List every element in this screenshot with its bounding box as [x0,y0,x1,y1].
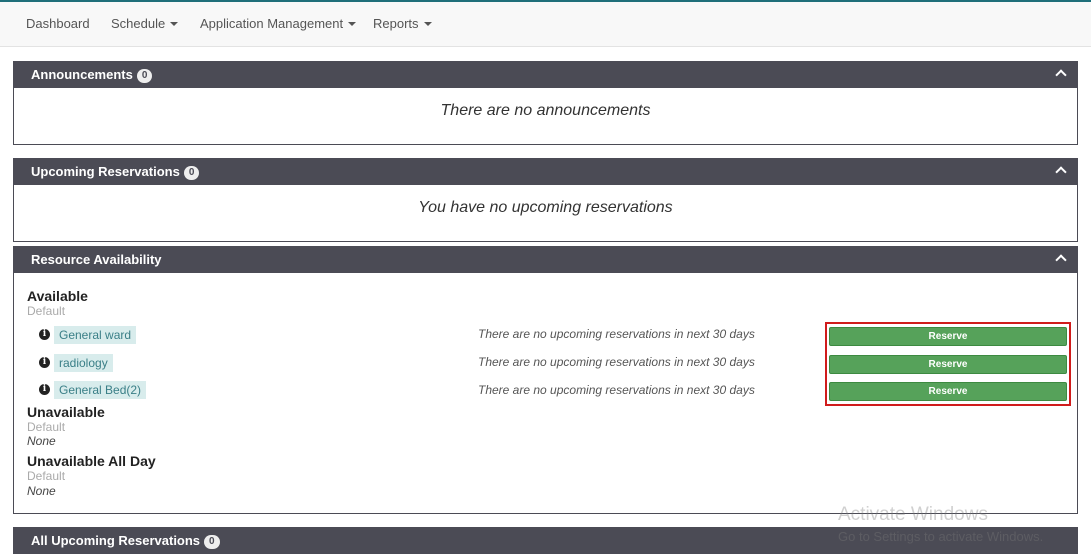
info-icon[interactable]: i [39,384,50,395]
nav-schedule[interactable]: Schedule [111,16,179,31]
nav-dashboard[interactable]: Dashboard [26,16,90,31]
resource-availability-title: Resource Availability [31,252,162,267]
all-upcoming-title: All Upcoming Reservations [31,533,201,548]
unavailable-all-day-heading: Unavailable All Day [27,453,156,469]
top-navbar: Dashboard Schedule Application Managemen… [0,2,1091,47]
resource-availability-header[interactable]: Resource Availability [14,247,1077,273]
upcoming-reservations-title: Upcoming Reservations [31,164,180,179]
nav-application-management[interactable]: Application Management [200,16,357,31]
chevron-up-icon[interactable] [1055,166,1067,178]
chevron-up-icon[interactable] [1055,69,1067,81]
unavailable-all-day-group-label: Default [27,469,66,483]
resource-note: There are no upcoming reservations in ne… [478,327,755,341]
nav-schedule-label: Schedule [111,16,166,31]
resource-name-general-ward[interactable]: General ward [54,326,137,344]
unavailable-heading: Unavailable [27,404,105,420]
nav-reports[interactable]: Reports [373,16,432,31]
upcoming-empty-message: You have no upcoming reservations [418,199,673,216]
upcoming-count-badge: 0 [183,166,200,180]
announcements-empty-message: There are no announcements [440,102,651,119]
upcoming-reservations-header[interactable]: Upcoming Reservations 0 [14,159,1077,185]
announcements-panel: Announcements 0 There are no announcement… [13,61,1078,145]
info-icon[interactable]: i [39,357,50,368]
unavailable-group-label: Default [27,420,66,434]
nav-reports-label: Reports [373,16,419,31]
unavailable-none: None [27,434,56,448]
resource-note: There are no upcoming reservations in ne… [478,355,755,369]
reserve-button-radiology[interactable]: Reserve [829,355,1067,374]
announcements-title: Announcements [31,67,133,82]
available-heading: Available [27,288,88,304]
announcements-header[interactable]: Announcements 0 [14,62,1077,88]
resource-note: There are no upcoming reservations in ne… [478,383,755,397]
activate-windows-subtext: Go to Settings to activate Windows. [838,529,1044,544]
chevron-down-icon [170,21,179,26]
reserve-highlight-box: Reserve Reserve Reserve [825,322,1071,406]
nav-application-management-label: Application Management [200,16,344,31]
all-upcoming-count-badge: 0 [204,535,220,549]
reserve-button-general-bed[interactable]: Reserve [829,382,1067,401]
activate-windows-watermark: Activate Windows [838,504,988,525]
unavailable-all-day-none: None [27,484,56,498]
available-group-label: Default [27,304,66,318]
reserve-button-general-ward[interactable]: Reserve [829,327,1067,346]
upcoming-reservations-panel: Upcoming Reservations 0 You have no upcom… [13,158,1078,242]
chevron-down-icon [423,21,432,26]
announcements-count-badge: 0 [136,69,153,83]
info-icon[interactable]: i [39,329,50,340]
resource-name-general-bed[interactable]: General Bed(2) [54,381,147,399]
resource-name-radiology[interactable]: radiology [54,354,113,372]
chevron-down-icon [348,21,357,26]
chevron-up-icon[interactable] [1055,254,1067,266]
